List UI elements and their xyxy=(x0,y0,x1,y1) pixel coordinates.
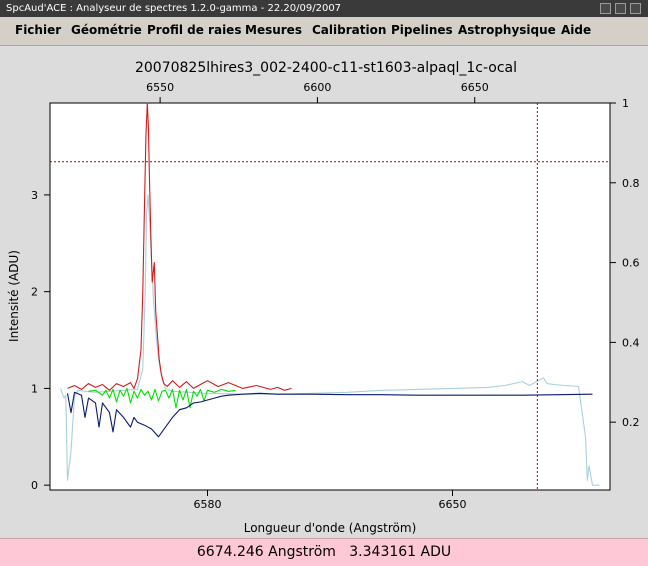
left-axis-tick-label: 2 xyxy=(31,286,38,299)
top-axis-tick-label: 6550 xyxy=(146,81,174,94)
menu-bar: Fichier Géométrie Profil de raies Mesure… xyxy=(0,17,648,46)
bottom-axis-tick-label: 6650 xyxy=(439,498,467,511)
window-titlebar: SpcAud'ACE : Analyseur de spectres 1.2.0… xyxy=(0,0,648,17)
spectrum-chart[interactable]: 20070825lhires3_002-2400-c11-st1603-alpa… xyxy=(0,46,648,538)
menu-aide[interactable]: Aide xyxy=(561,23,591,37)
close-icon[interactable] xyxy=(630,3,641,14)
right-axis-tick-label: 0.4 xyxy=(622,336,640,349)
right-axis-tick-label: 0.6 xyxy=(622,257,640,270)
menu-geometrie[interactable]: Géométrie xyxy=(71,23,142,37)
right-axis-tick-label: 1 xyxy=(622,97,629,110)
left-axis-tick-label: 0 xyxy=(31,479,38,492)
status-wavelength: 6674.246 Angström xyxy=(196,544,336,560)
window-title: SpcAud'ACE : Analyseur de spectres 1.2.0… xyxy=(6,3,342,14)
menu-calibration[interactable]: Calibration xyxy=(312,23,386,37)
right-axis-tick-label: 0.8 xyxy=(622,177,640,190)
bottom-axis-tick-label: 6580 xyxy=(194,498,222,511)
maximize-icon[interactable] xyxy=(615,3,626,14)
menu-astrophysique[interactable]: Astrophysique xyxy=(458,23,556,37)
left-axis-tick-label: 1 xyxy=(31,382,38,395)
menu-fichier[interactable]: Fichier xyxy=(15,23,61,37)
chart-title: 20070825lhires3_002-2400-c11-st1603-alpa… xyxy=(135,60,517,76)
plot-area[interactable] xyxy=(49,102,611,491)
top-axis-tick-label: 6650 xyxy=(461,81,489,94)
right-axis-tick-label: 0.2 xyxy=(622,416,640,429)
top-axis-tick-label: 6600 xyxy=(303,81,331,94)
menu-profil-de-raies[interactable]: Profil de raies xyxy=(147,23,241,37)
status-bar: 6674.246 Angström 3.343161 ADU xyxy=(0,538,648,566)
y-axis-label: Intensité (ADU) xyxy=(7,250,21,342)
menu-pipelines[interactable]: Pipelines xyxy=(391,23,453,37)
plot-panel[interactable]: 20070825lhires3_002-2400-c11-st1603-alpa… xyxy=(0,46,648,538)
x-axis-label: Longueur d'onde (Angström) xyxy=(244,521,417,535)
menu-mesures[interactable]: Mesures xyxy=(245,23,302,37)
left-axis-tick-label: 3 xyxy=(31,189,38,202)
status-intensity: 3.343161 ADU xyxy=(349,544,452,560)
minimize-icon[interactable] xyxy=(600,3,611,14)
